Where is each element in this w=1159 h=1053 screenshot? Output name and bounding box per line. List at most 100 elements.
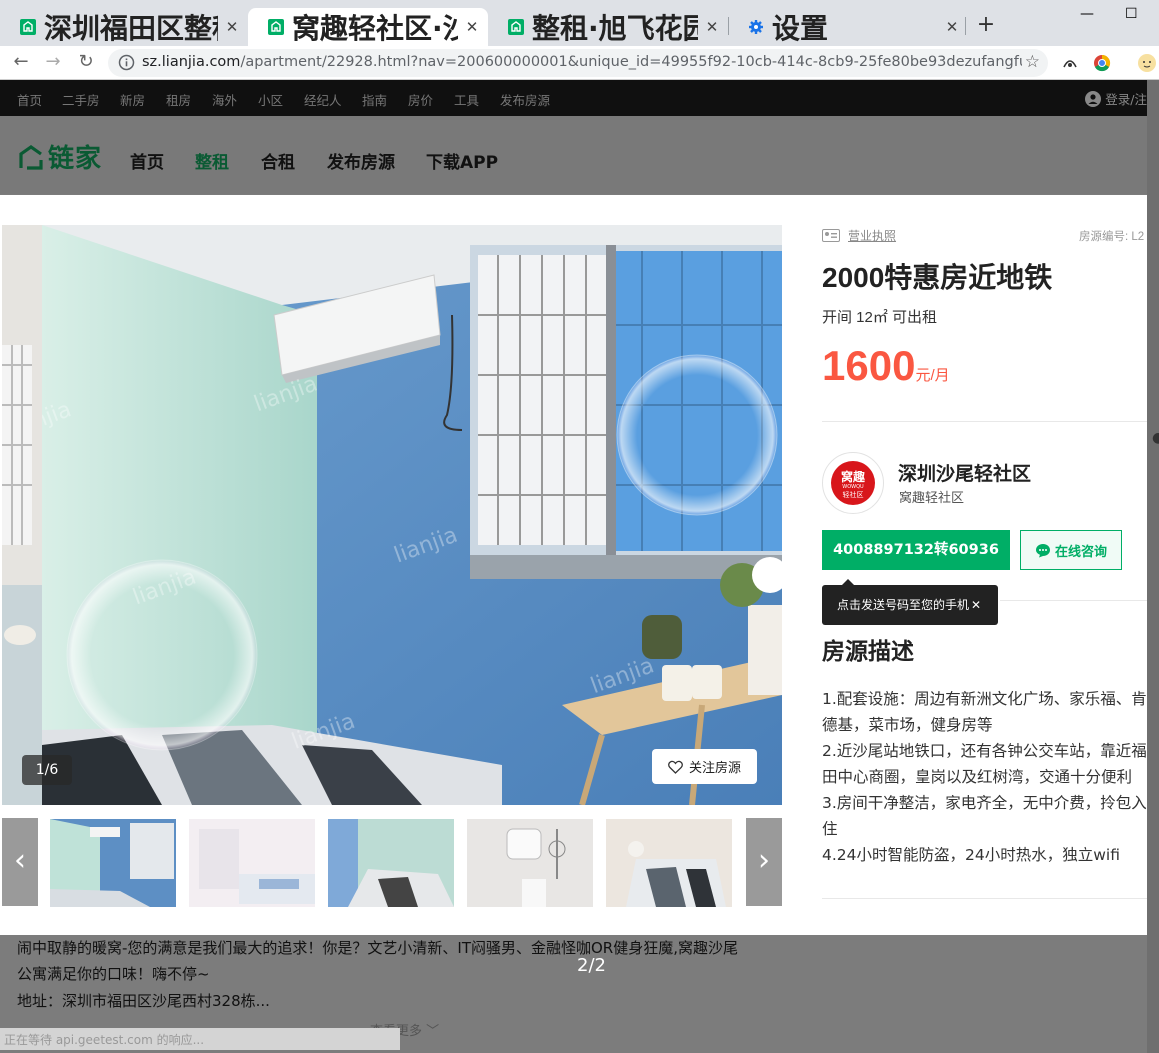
profile-avatar-icon[interactable]	[1137, 53, 1157, 73]
tab-separator	[965, 17, 966, 35]
license-label: 营业执照	[848, 229, 897, 243]
listing-modal: lianjia lianjia lianjia lianjia lianjia …	[0, 195, 1147, 935]
topnav-item[interactable]: 工具	[454, 90, 479, 109]
agent-logo-line: 轻社区	[842, 491, 864, 499]
topnav-item[interactable]: 发布房源	[500, 90, 550, 109]
thumbnail-3[interactable]	[328, 819, 454, 907]
tab-title: 窝趣轻社区·沙尾二店公寓出租_深	[292, 12, 458, 45]
thumbnail-5[interactable]	[606, 819, 732, 907]
topnav-item[interactable]: 租房	[166, 90, 191, 109]
user-icon	[1085, 90, 1102, 107]
url-bar[interactable]: sz.lianjia.com/apartment/22928.html?nav=…	[108, 49, 1048, 77]
thumbnail-2[interactable]	[189, 819, 315, 907]
close-icon[interactable]: ✕	[704, 18, 720, 36]
thumbnail-4[interactable]	[467, 819, 593, 907]
site-header: 链家 首页 整租 合租 发布房源 下载APP	[0, 116, 1147, 194]
close-icon[interactable]: ✕	[224, 18, 240, 36]
topnav-item[interactable]: 指南	[362, 90, 387, 109]
chevron-right-icon: ›	[758, 843, 770, 878]
lianjia-logo[interactable]: 链家	[18, 138, 102, 175]
follow-label: 关注房源	[688, 761, 741, 776]
topnav-item[interactable]: 新房	[120, 90, 145, 109]
tab-1[interactable]: 深圳福田区整租一居租房信息_深 ✕	[0, 8, 248, 46]
reload-icon[interactable]: ↻	[75, 51, 97, 73]
agent-logo: 窝趣 WOWQU 轻社区	[831, 461, 875, 505]
login-text: 登录/注	[1105, 92, 1147, 107]
page-indicator: 2/2	[577, 955, 606, 976]
phone-button[interactable]: 4008897132转60936	[822, 530, 1010, 570]
url-text: sz.lianjia.com/apartment/22928.html?nav=…	[142, 54, 1022, 70]
agent-avatar[interactable]: 窝趣 WOWQU 轻社区	[822, 452, 884, 514]
description-line: 田中心商圈，皇岗以及红树湾，交通十分便利	[822, 768, 1133, 786]
tab-4[interactable]: 设置 ✕	[728, 8, 968, 46]
business-license-link[interactable]: 营业执照	[822, 227, 896, 244]
header-nav-item[interactable]: 首页	[130, 148, 164, 173]
tab-bar: 深圳福田区整租一居租房信息_深 ✕ 窝趣轻社区·沙尾二店公寓出租_深 ✕ 整租·…	[0, 0, 1159, 46]
minimize-icon[interactable]: —	[1080, 6, 1094, 22]
close-icon[interactable]: ✕	[944, 18, 960, 36]
main-photo[interactable]: lianjia lianjia lianjia lianjia lianjia …	[42, 225, 782, 805]
scrollbar[interactable]	[1147, 80, 1159, 1053]
topnav-item[interactable]: 首页	[17, 90, 42, 109]
topnav-item[interactable]: 海外	[212, 90, 237, 109]
header-nav-item[interactable]: 合租	[261, 148, 295, 173]
agent-name[interactable]: 深圳沙尾轻社区	[898, 459, 1031, 486]
listing-subtitle: 开间 12㎡ 可出租	[822, 309, 938, 326]
close-icon[interactable]: ✕	[971, 598, 981, 612]
description-body: 1.配套设施：周边有新洲文化广场、家乐福、肯 德基，菜市场，健身房等 2.近沙尾…	[822, 686, 1147, 868]
new-tab-icon[interactable]: +	[975, 14, 997, 36]
agent-brand: 窝趣轻社区	[899, 490, 965, 505]
description-line: 德基，菜市场，健身房等	[822, 716, 993, 734]
price: 1600元/月	[822, 342, 950, 390]
agent-logo-line: WOWQU	[842, 484, 864, 490]
header-nav-item[interactable]: 发布房源	[327, 148, 395, 173]
lianjia-favicon-icon	[268, 19, 284, 35]
description-line: 住	[822, 820, 838, 838]
forward-icon[interactable]: →	[42, 51, 64, 73]
tab-2-active[interactable]: 窝趣轻社区·沙尾二店公寓出租_深 ✕	[248, 8, 488, 46]
description-line: 2.近沙尾站地铁口，还有各钟公交车站，靠近福	[822, 742, 1147, 760]
license-icon	[822, 229, 840, 242]
topnav-item[interactable]: 经纪人	[304, 90, 342, 109]
price-unit: 元/月	[915, 367, 950, 384]
extension-icon[interactable]	[1060, 53, 1080, 73]
consult-label: 在线咨询	[1054, 544, 1107, 560]
logo-text: 链家	[48, 144, 103, 174]
previous-photo-peek[interactable]	[2, 225, 42, 805]
info-icon[interactable]	[118, 54, 135, 71]
chat-icon	[1035, 543, 1050, 557]
tab-title: 设置	[772, 12, 829, 45]
address-line: 地址：深圳市福田区沙尾西村328栋...	[17, 992, 270, 1010]
send-number-tooltip[interactable]: 点击发送号码至您的手机 ✕	[822, 579, 998, 625]
header-nav-item-active[interactable]: 整租	[195, 148, 229, 173]
maximize-icon[interactable]: ☐	[1125, 6, 1138, 22]
close-icon[interactable]: ✕	[464, 18, 480, 36]
topnav-item[interactable]: 二手房	[62, 90, 100, 109]
side-icon[interactable]: ●	[1152, 430, 1159, 446]
chevron-down-icon: ﹀	[426, 1024, 440, 1039]
thumb-prev-button[interactable]: ‹	[2, 818, 38, 906]
bookmark-star-icon[interactable]: ☆	[1025, 52, 1040, 72]
header-nav-item[interactable]: 下载APP	[426, 148, 498, 173]
thumb-next-button[interactable]: ›	[746, 818, 782, 906]
divider	[822, 421, 1147, 422]
status-bar: 正在等待 api.geetest.com 的响应...	[0, 1028, 400, 1050]
thumbnail-1[interactable]	[48, 817, 178, 909]
login-link[interactable]: 登录/注	[1085, 89, 1147, 108]
back-icon[interactable]: ←	[10, 51, 32, 73]
chevron-left-icon: ‹	[14, 843, 26, 878]
divider	[1000, 600, 1147, 601]
tab-3[interactable]: 整租·旭飞花园 1室0厅 南-旭飞花 ✕	[488, 8, 728, 46]
tooltip-text: 点击发送号码至您的手机	[837, 598, 970, 612]
online-consult-button[interactable]: 在线咨询	[1020, 530, 1122, 570]
url-path: /apartment/22928.html?nav=200600000001&u…	[240, 54, 1022, 70]
top-nav: 首页 二手房 新房 租房 海外 小区 经纪人 指南 房价 工具 发布房源 登录/…	[0, 80, 1147, 116]
chrome-extension-icon[interactable]	[1092, 53, 1112, 73]
divider	[822, 898, 1147, 899]
house-id: 房源编号: L2	[1079, 231, 1145, 243]
follow-listing-button[interactable]: 关注房源	[652, 749, 757, 784]
topnav-item[interactable]: 房价	[408, 90, 433, 109]
topnav-item[interactable]: 小区	[258, 90, 283, 109]
lianjia-favicon-icon	[508, 19, 524, 35]
price-value: 1600	[822, 342, 916, 389]
